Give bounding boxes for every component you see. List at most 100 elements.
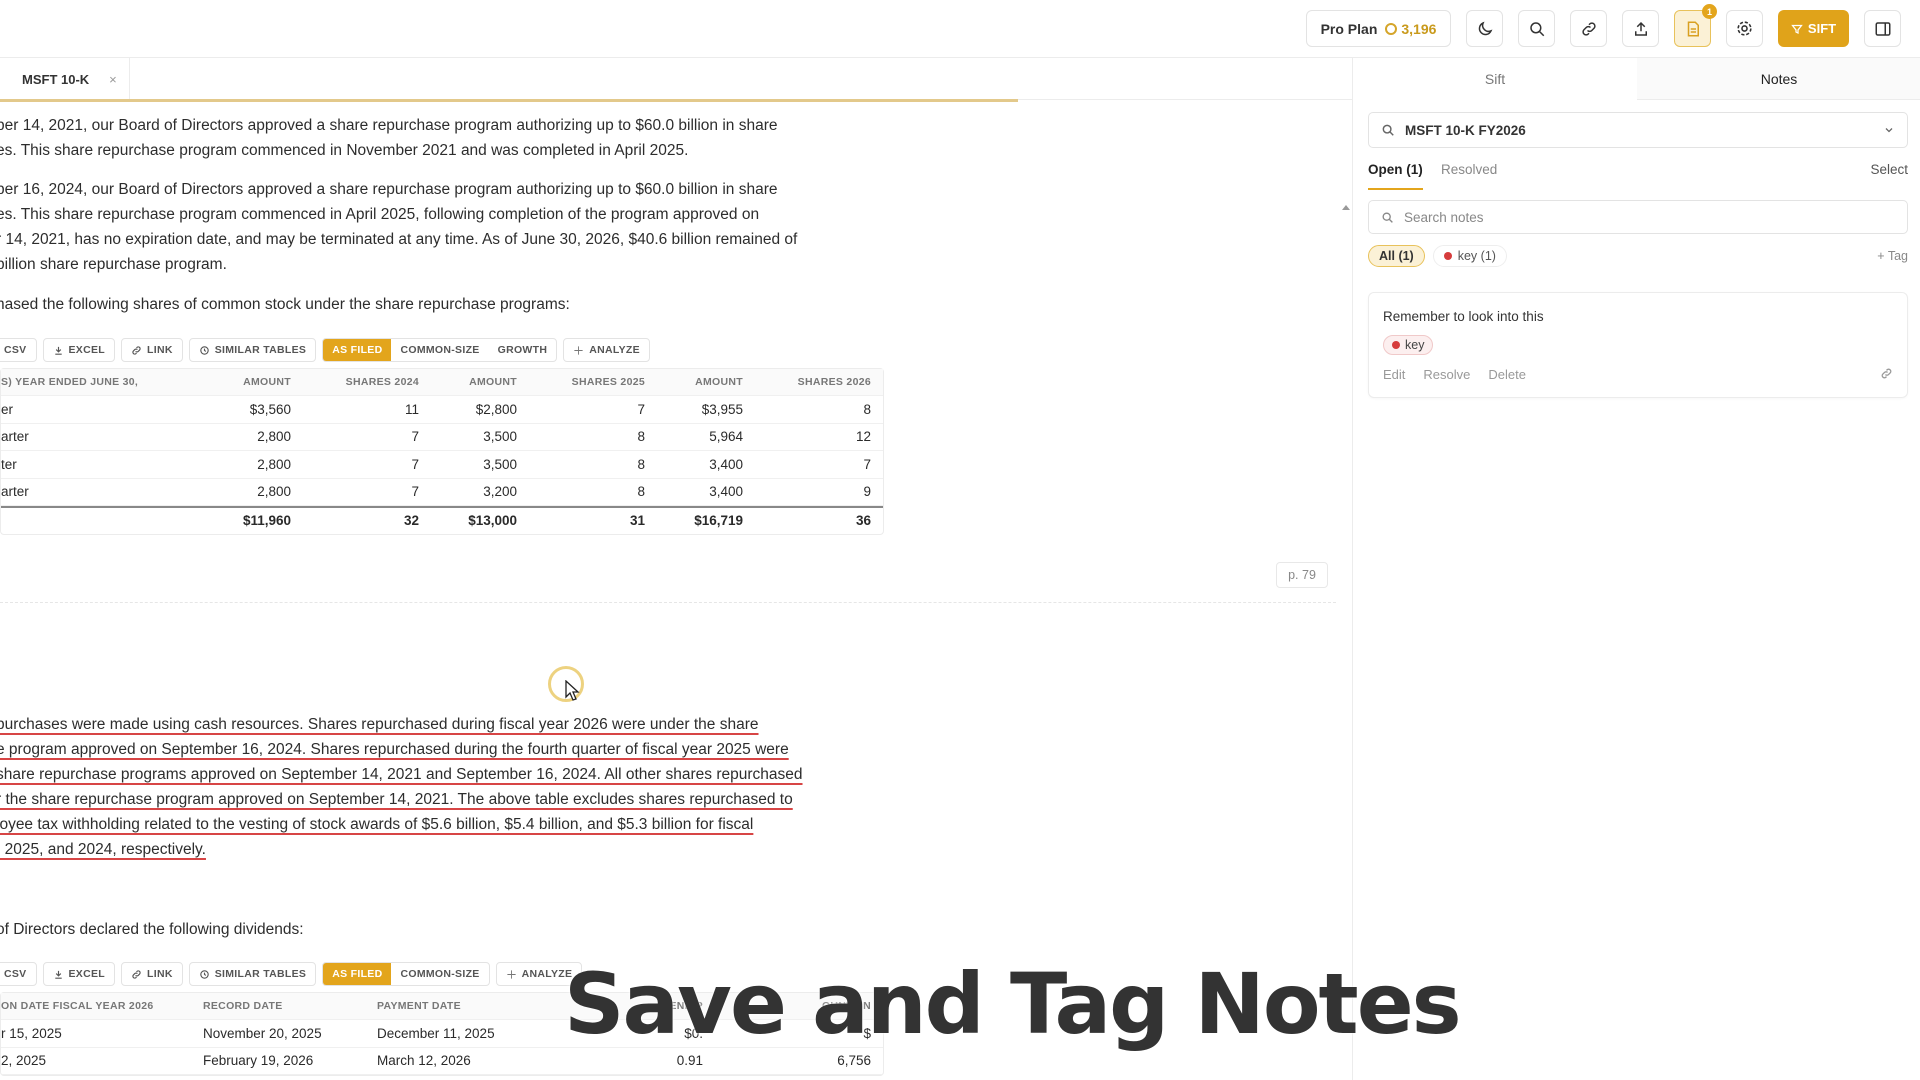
common-size-toggle[interactable]: COMMON-SIZE [391, 339, 488, 361]
note-text: Remember to look into this [1383, 309, 1544, 324]
filter-all-chip[interactable]: All (1) [1368, 245, 1425, 267]
similar-tables-button[interactable]: SIMILAR TABLES [188, 338, 317, 362]
table-toolbar: CSV EXCEL LINK SIMILAR TABLES AS FILED C… [0, 962, 583, 986]
similar-tables-button[interactable]: SIMILAR TABLES [188, 962, 317, 986]
table-header-cell: AMOUNT [469, 376, 517, 388]
page-break-divider [0, 602, 1336, 603]
export-button[interactable] [1622, 10, 1659, 47]
table-cell: $16,719 [694, 513, 743, 529]
table-cell: $3,560 [249, 401, 291, 417]
table-cell: 7 [637, 401, 645, 417]
search-button[interactable] [1518, 10, 1555, 47]
link-button[interactable]: LINK [121, 338, 183, 362]
analyze-button[interactable]: ANALYZE [563, 338, 650, 362]
as-filed-toggle[interactable]: AS FILED [323, 339, 392, 361]
table-cell: November 20, 2025 [203, 1025, 322, 1041]
link-icon [1581, 21, 1596, 36]
sift-icon [1791, 24, 1803, 34]
table-row: arter 2,800 7 3,500 8 5,964 12 [1, 424, 883, 451]
common-size-label: COMMON-SIZE [400, 968, 480, 980]
toggle-panel-button[interactable] [1864, 10, 1901, 47]
search-icon [1382, 211, 1393, 223]
csv-button[interactable]: CSV [0, 962, 37, 986]
theme-toggle-button[interactable] [1466, 10, 1503, 47]
table-cell: 36 [855, 513, 871, 529]
notes-search-placeholder: Search notes [1404, 209, 1484, 225]
table-toolbar: CSV EXCEL LINK SIMILAR TABLES AS FILED C… [0, 338, 650, 362]
tab-sift[interactable]: Sift [1353, 58, 1637, 100]
table-cell: arter [1, 484, 29, 500]
chevron-down-icon [1885, 128, 1893, 133]
document-tab[interactable]: MSFT 10-K × [0, 58, 130, 100]
document-scope-value: MSFT 10-K FY2026 [1405, 122, 1526, 138]
growth-toggle[interactable]: GROWTH [489, 339, 557, 361]
add-tag-button[interactable]: + Tag [1877, 249, 1908, 263]
download-icon [54, 970, 62, 979]
note-tag-label: key [1405, 338, 1425, 352]
sidebar-icon [1875, 21, 1890, 36]
text-line: , 2025, and 2024, respectively. [0, 841, 206, 858]
note-tag[interactable]: key [1383, 335, 1434, 355]
csv-label: CSV [4, 344, 27, 356]
settings-button[interactable] [1726, 10, 1763, 47]
link-button[interactable]: LINK [121, 962, 183, 986]
excel-button[interactable]: EXCEL [42, 962, 116, 986]
table-cell: $13,000 [468, 513, 517, 529]
table-cell: 3,500 [483, 456, 517, 472]
note-card[interactable]: Remember to look into this key Edit Reso… [1368, 292, 1908, 398]
text-line: r 14, 2021, has no expiration date, and … [0, 231, 798, 248]
notes-button[interactable]: 1 [1674, 4, 1717, 47]
csv-button[interactable]: CSV [0, 338, 37, 362]
plan-indicator[interactable]: Pro Plan 3,196 [1306, 10, 1451, 47]
table-cell: 3,400 [709, 484, 743, 500]
table-header-cell: SHARES 2024 [345, 376, 419, 388]
history-icon [199, 345, 209, 355]
paragraph-repurchase-2021: ber 14, 2021, our Board of Directors app… [0, 113, 778, 163]
link-icon [132, 345, 141, 355]
moon-icon [1478, 21, 1492, 35]
document-scope-select[interactable]: MSFT 10-K FY2026 [1368, 112, 1908, 148]
close-icon[interactable]: × [109, 72, 117, 87]
edit-note-button[interactable]: Edit [1383, 367, 1405, 382]
csv-label: CSV [4, 968, 27, 980]
common-size-toggle[interactable]: COMMON-SIZE [391, 963, 488, 985]
table-header-cell: SHARES 2025 [571, 376, 645, 388]
plan-label: Pro Plan [1320, 20, 1378, 37]
highlighted-paragraph[interactable]: purchases were made using cash resources… [0, 712, 803, 862]
text-line: of Directors declared the following divi… [0, 921, 304, 938]
document-tabs: MSFT 10-K × [0, 58, 1352, 100]
tab-resolved[interactable]: Resolved [1441, 162, 1497, 190]
table-cell: 3,400 [709, 456, 743, 472]
table-header-cell: PAYMENT DATE [377, 1000, 461, 1012]
tab-notes[interactable]: Notes [1637, 58, 1920, 100]
text-line: purchases were made using cash resources… [0, 716, 759, 733]
as-filed-label: AS FILED [332, 968, 383, 980]
table-cell: 2,800 [257, 429, 291, 445]
table-total-row: $11,960 32 $13,000 31 $16,719 36 [1, 506, 883, 534]
search-icon [1382, 124, 1394, 136]
notes-search-input[interactable]: Search notes [1368, 200, 1908, 234]
copy-link-button[interactable] [1570, 10, 1607, 47]
note-actions: Edit Resolve Delete [1383, 367, 1526, 382]
as-filed-label: AS FILED [332, 344, 383, 356]
table-cell: 2, 2025 [1, 1053, 47, 1069]
table-cell: ter [1, 456, 17, 472]
document-tab-title: MSFT 10-K [22, 71, 90, 87]
resolve-note-button[interactable]: Resolve [1423, 367, 1470, 382]
panel-tabs: Sift Notes [1353, 58, 1920, 100]
link-icon[interactable] [1880, 367, 1893, 380]
as-filed-toggle[interactable]: AS FILED [323, 963, 392, 985]
document-viewer: ber 14, 2021, our Board of Directors app… [0, 102, 1352, 1080]
filter-key-chip[interactable]: key (1) [1432, 245, 1507, 267]
select-button[interactable]: Select [1870, 162, 1908, 190]
delete-note-button[interactable]: Delete [1488, 367, 1526, 382]
table-cell: 8 [637, 429, 645, 445]
tab-open[interactable]: Open (1) [1368, 162, 1423, 190]
excel-button[interactable]: EXCEL [42, 338, 116, 362]
search-icon [1529, 21, 1544, 36]
table-cell: 8 [863, 401, 871, 417]
text-line: ber 14, 2021, our Board of Directors app… [0, 117, 778, 134]
sift-button[interactable]: SIFT [1778, 10, 1849, 47]
scroll-up-arrow[interactable] [1342, 205, 1350, 210]
tag-color-dot [1392, 341, 1400, 349]
